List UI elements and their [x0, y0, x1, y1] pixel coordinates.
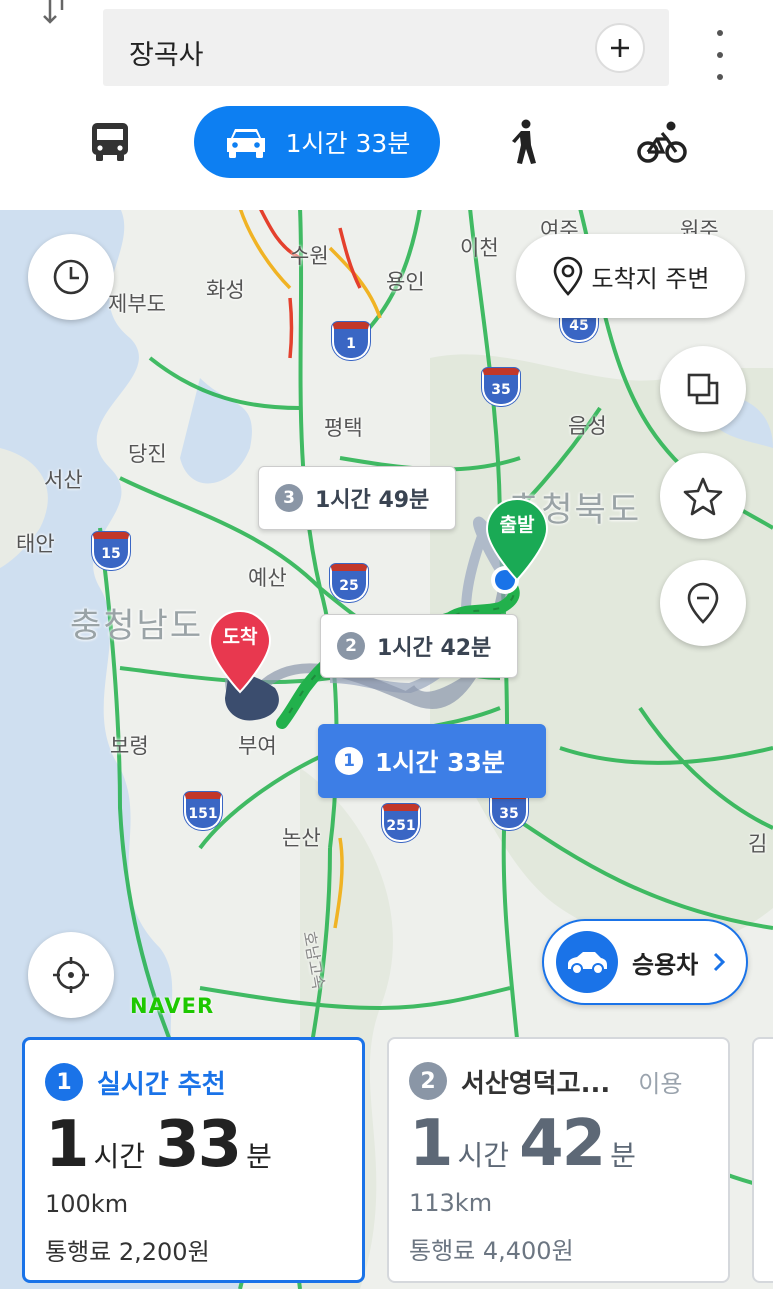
- route-time: 1시간 49분: [315, 488, 430, 513]
- highway-shield: 15: [92, 532, 130, 570]
- duration-hours: 1: [45, 1108, 90, 1182]
- place-label: 용인: [386, 270, 425, 294]
- route-title: 실시간 추천: [97, 1069, 226, 1100]
- history-button[interactable]: [28, 234, 114, 320]
- layers-button[interactable]: [660, 346, 746, 432]
- highway-shield: 151: [184, 792, 222, 830]
- bus-icon: [92, 123, 128, 161]
- tab-transit[interactable]: [80, 106, 140, 178]
- transport-mode-tabs: 1시간 33분: [0, 106, 773, 186]
- place-label: 화성: [206, 278, 245, 302]
- vehicle-type-label: 승용차: [632, 950, 699, 979]
- naver-logo: NAVER: [130, 994, 215, 1018]
- end-pin-label: 도착: [222, 626, 258, 648]
- route-number-badge: 1: [45, 1063, 83, 1101]
- tab-bike[interactable]: [632, 106, 692, 178]
- star-icon: [683, 477, 723, 516]
- route-card-3-peek[interactable]: [752, 1037, 773, 1283]
- route-distance: 113km: [409, 1189, 493, 1217]
- duration-hours-unit: 시간: [93, 1140, 146, 1173]
- route-time: 1시간 33분: [375, 748, 505, 777]
- place-label: 태안: [16, 532, 55, 556]
- place-label: 예산: [248, 566, 287, 590]
- place-label: 보령: [110, 734, 149, 758]
- destination-nearby-button[interactable]: 도착지 주변: [516, 234, 745, 318]
- destination-input[interactable]: 장곡사: [103, 9, 669, 86]
- highway-shield: 35: [482, 368, 520, 406]
- place-label: 제부도: [108, 292, 166, 316]
- place-label: 이천: [460, 236, 499, 260]
- layers-icon: [687, 373, 719, 405]
- top-header: 장곡사 1시간 33분: [0, 0, 773, 210]
- duration-minutes: 42: [519, 1107, 606, 1181]
- duration-hours-unit: 시간: [457, 1139, 510, 1172]
- walk-icon: [512, 119, 536, 164]
- region-label: 충청남도: [70, 606, 204, 646]
- route-number-badge: 3: [275, 484, 303, 512]
- route-duration: 1 시간 42 분: [409, 1107, 708, 1183]
- route-card-2[interactable]: 2 서산영덕고... 이용 1 시간 42 분 113km 통행료 4,400원: [387, 1037, 730, 1283]
- more-dot: [717, 52, 723, 58]
- end-pin[interactable]: 도착: [207, 610, 273, 694]
- route-extra-note: 이용: [638, 1069, 683, 1098]
- place-label: 김: [748, 832, 768, 856]
- highway-shield: 251: [382, 804, 420, 842]
- route-callout-3[interactable]: 3 1시간 49분: [258, 466, 456, 530]
- more-dot: [717, 30, 723, 36]
- swap-icon[interactable]: [36, 0, 76, 28]
- destination-nearby-label: 도착지 주변: [591, 264, 710, 293]
- pin-minus-icon: [687, 582, 719, 624]
- duration-minutes-unit: 분: [610, 1139, 636, 1172]
- route-time: 1시간 42분: [377, 636, 492, 661]
- place-label: 논산: [282, 826, 321, 850]
- crosshair-icon: [53, 957, 89, 993]
- start-pin-label: 출발: [499, 514, 535, 536]
- highway-shield: 25: [330, 564, 368, 602]
- duration-minutes-unit: 분: [246, 1140, 272, 1173]
- place-label: 당진: [128, 442, 167, 466]
- duration-hours: 1: [409, 1107, 454, 1181]
- highway-shield: 1: [332, 322, 370, 360]
- place-label: 서산: [44, 468, 83, 492]
- place-label: 부여: [238, 734, 277, 758]
- chevron-right-icon: [714, 952, 726, 972]
- car-badge: [556, 931, 618, 993]
- route-distance: 100km: [45, 1190, 129, 1218]
- tab-car[interactable]: 1시간 33분: [194, 106, 440, 178]
- favorite-button[interactable]: [660, 453, 746, 539]
- my-location-button[interactable]: [28, 932, 114, 1018]
- car-icon: [568, 952, 607, 975]
- duration-minutes: 33: [155, 1108, 242, 1182]
- place-label: 평택: [324, 416, 363, 440]
- route-toll: 통행료 4,400원: [409, 1237, 574, 1265]
- bike-icon: [637, 121, 687, 163]
- destination-text: 장곡사: [129, 40, 204, 71]
- map-view[interactable]: 수원 이천 여주 원주 화성 용인 제부도 평택 음성 당진 서산 태안 예산 …: [0, 208, 773, 1289]
- route-duration: 1 시간 33 분: [45, 1108, 342, 1184]
- route-number-badge: 1: [335, 747, 363, 775]
- route-number-badge: 2: [337, 632, 365, 660]
- route-card-1[interactable]: 1 실시간 추천 1 시간 33 분 100km 통행료 2,200원: [22, 1037, 365, 1283]
- route-title: 서산영덕고...: [461, 1068, 611, 1099]
- car-icon: [226, 129, 265, 158]
- route-callout-1[interactable]: 1 1시간 33분: [318, 724, 546, 798]
- car-duration-label: 1시간 33분: [285, 129, 411, 158]
- place-label: 음성: [568, 414, 607, 438]
- more-menu-button[interactable]: [700, 30, 740, 80]
- place-label: 수원: [290, 244, 329, 268]
- route-toll: 통행료 2,200원: [45, 1238, 210, 1266]
- more-dot: [717, 74, 723, 80]
- start-pin[interactable]: 출발: [484, 498, 550, 582]
- location-pin-icon: [554, 256, 583, 296]
- route-callout-2[interactable]: 2 1시간 42분: [320, 614, 518, 678]
- plus-icon: [611, 39, 629, 57]
- remove-waypoint-button[interactable]: [660, 560, 746, 646]
- route-number-badge: 2: [409, 1062, 447, 1100]
- add-waypoint-button[interactable]: [595, 23, 645, 73]
- tab-walk[interactable]: [500, 106, 550, 178]
- vehicle-type-button[interactable]: 승용차: [542, 919, 748, 1005]
- clock-icon: [53, 259, 89, 295]
